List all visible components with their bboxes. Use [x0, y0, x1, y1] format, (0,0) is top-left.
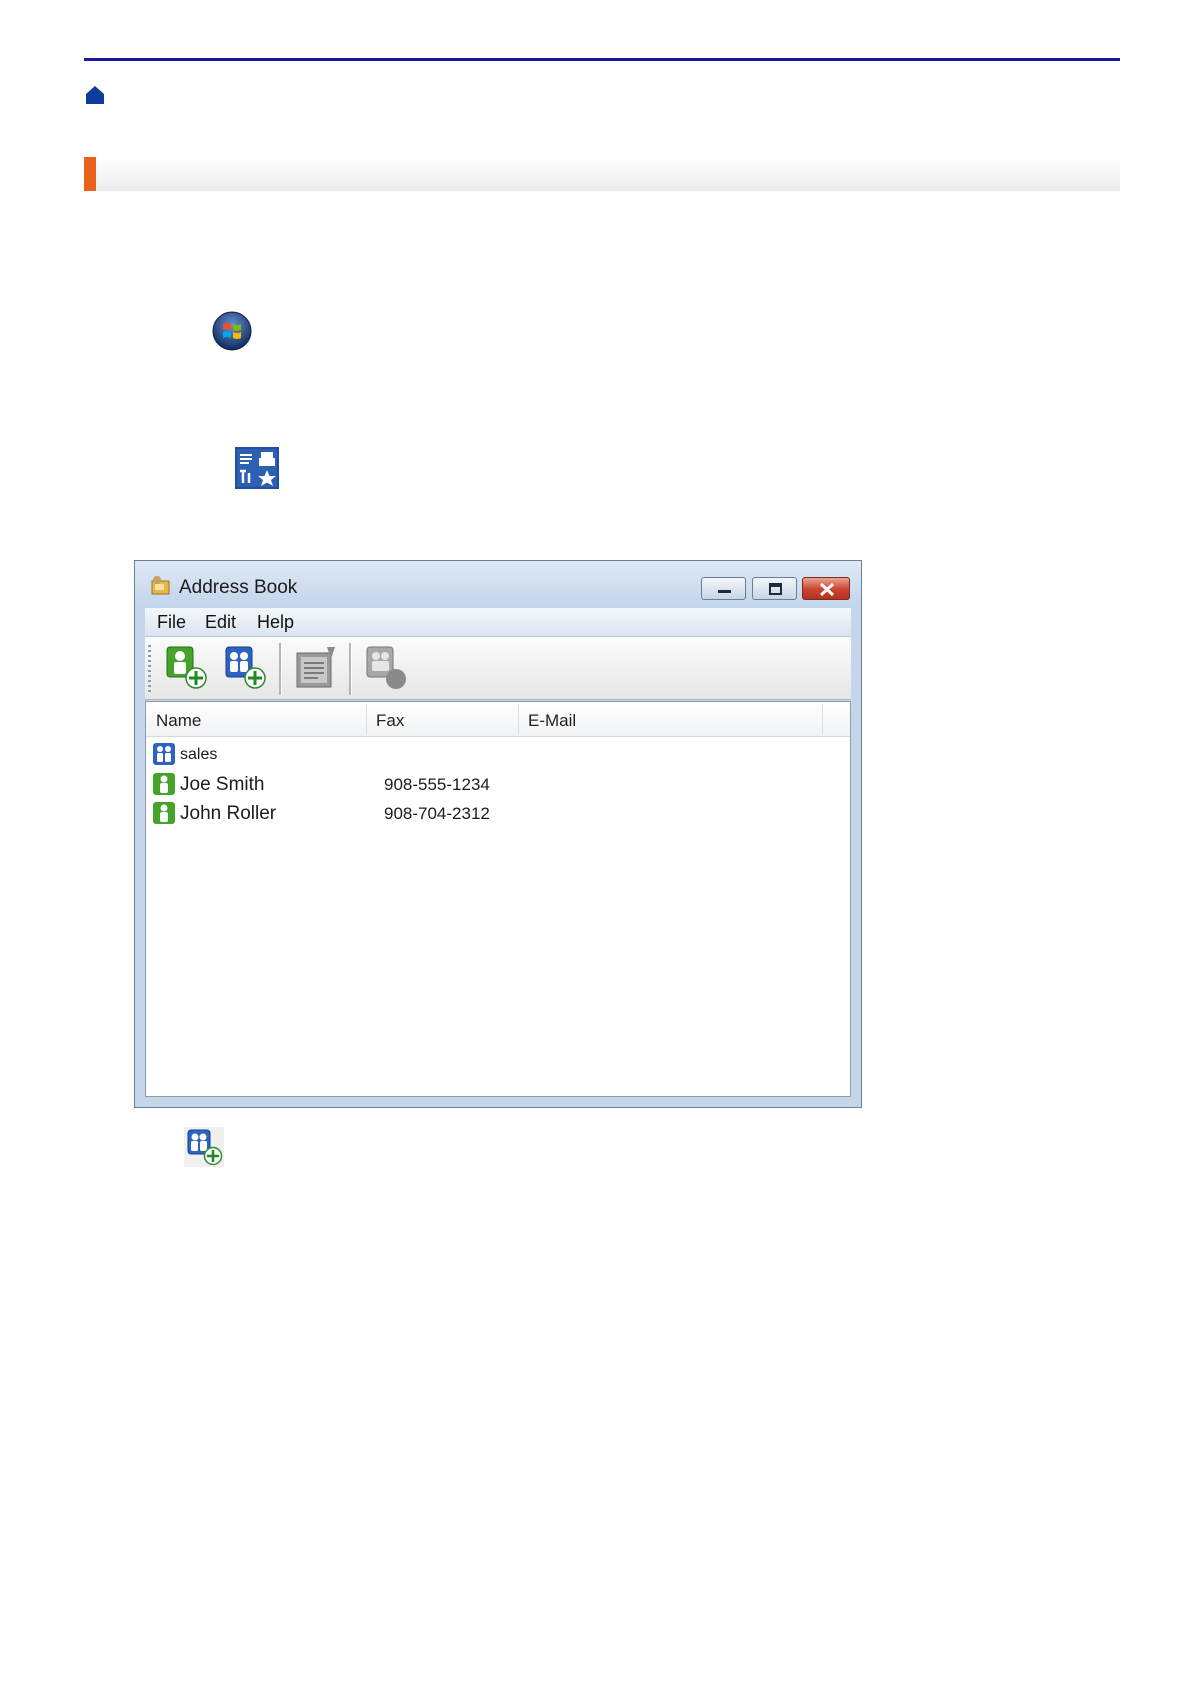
add-group-icon	[184, 1127, 224, 1167]
list-item[interactable]: sales	[146, 740, 846, 768]
list-item[interactable]: Joe Smith 908-555-1234	[146, 770, 846, 798]
toolbar-separator	[349, 643, 352, 695]
menu-edit[interactable]: Edit	[205, 612, 236, 633]
entry-name: sales	[180, 746, 218, 763]
close-icon	[819, 582, 835, 597]
address-book-app-icon	[151, 576, 170, 595]
properties-icon[interactable]	[293, 645, 339, 691]
column-header-email[interactable]: E-Mail	[528, 711, 576, 731]
delete-entry-icon[interactable]	[363, 645, 409, 691]
column-headers: Name Fax E-Mail	[146, 702, 850, 737]
windows-start-icon	[212, 311, 252, 351]
window-title: Address Book	[179, 577, 298, 598]
home-icon[interactable]	[85, 85, 105, 105]
toolbar	[145, 637, 851, 700]
entry-name: John Roller	[180, 803, 277, 824]
toolbar-grip[interactable]	[148, 645, 151, 693]
group-icon	[153, 743, 175, 765]
menu-help[interactable]: Help	[257, 612, 294, 633]
section-header-bar	[84, 157, 1120, 191]
entry-fax: 908-555-1234	[384, 775, 490, 794]
menu-file[interactable]: File	[157, 612, 186, 633]
section-accent	[84, 157, 96, 191]
menu-bar: File Edit Help	[145, 608, 851, 637]
column-header-name[interactable]: Name	[156, 711, 201, 731]
list-item[interactable]: John Roller 908-704-2312	[146, 799, 846, 827]
close-button[interactable]	[802, 577, 850, 600]
person-icon	[153, 773, 175, 795]
column-divider[interactable]	[822, 704, 823, 734]
toolbar-separator	[279, 643, 282, 695]
address-list[interactable]: Name Fax E-Mail sales Joe Smith 908-555-…	[145, 701, 851, 1097]
minimize-icon	[718, 590, 731, 593]
person-icon	[153, 802, 175, 824]
column-divider[interactable]	[518, 704, 519, 734]
minimize-button[interactable]	[701, 577, 746, 600]
top-rule	[84, 58, 1120, 61]
column-header-fax[interactable]: Fax	[376, 711, 404, 731]
maximize-icon	[769, 583, 782, 595]
maximize-button[interactable]	[752, 577, 797, 600]
title-bar[interactable]: Address Book	[135, 561, 861, 607]
entry-name: Joe Smith	[180, 774, 265, 795]
add-group-icon[interactable]	[222, 645, 268, 691]
add-member-icon[interactable]	[163, 645, 209, 691]
brother-utilities-icon	[235, 447, 279, 489]
entry-fax: 908-704-2312	[384, 804, 490, 823]
column-divider[interactable]	[366, 704, 367, 734]
address-book-window: Address Book File Edit Help Name Fax E-M…	[134, 560, 862, 1108]
